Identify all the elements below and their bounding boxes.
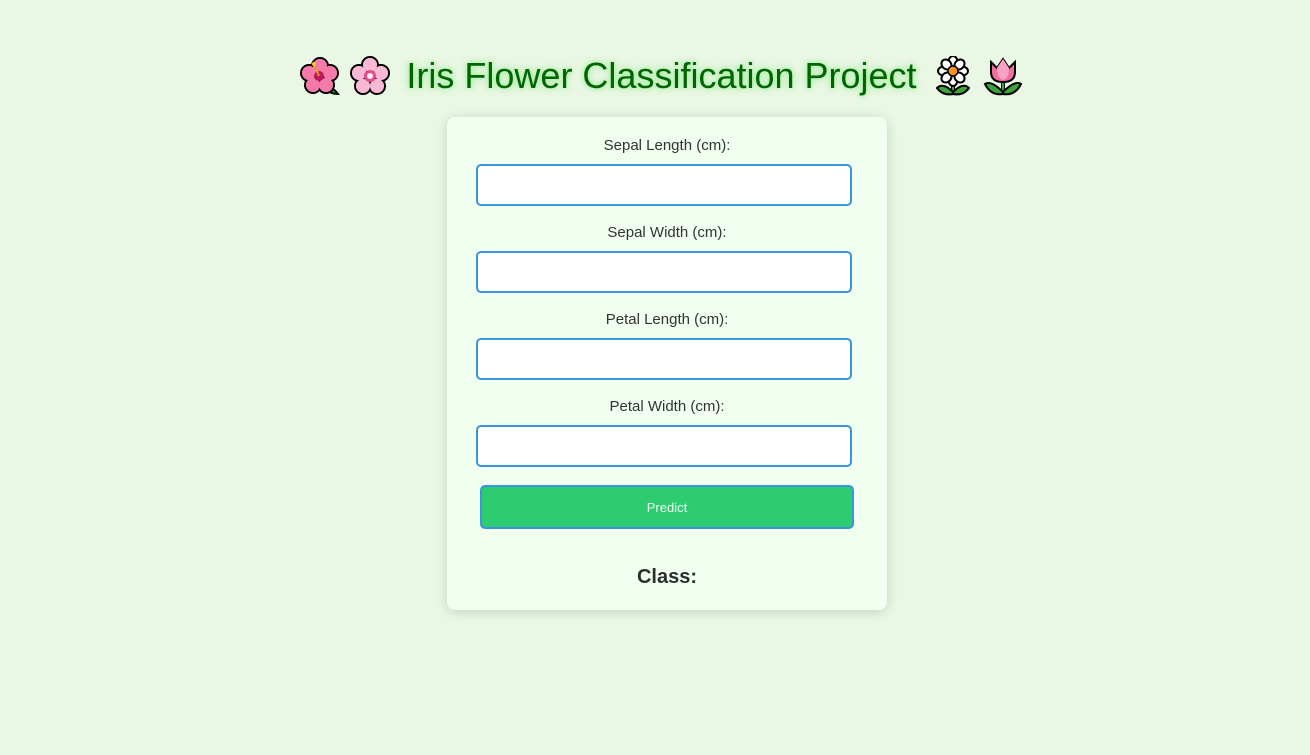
sepal-length-input[interactable]: [476, 164, 852, 206]
petal-width-input[interactable]: [476, 425, 852, 467]
petal-length-input[interactable]: [476, 338, 852, 380]
petal-width-label: Petal Width (cm):: [609, 398, 725, 415]
petal-length-label: Petal Length (cm):: [605, 311, 729, 328]
hibiscus-icon: [300, 56, 341, 96]
class-result-label: Class:: [636, 566, 698, 588]
blossom-icon: [933, 56, 973, 96]
tulip-icon: [983, 56, 1023, 96]
page-title: Iris Flower Classification Project: [406, 55, 917, 96]
page-header: Iris Flower Classification Project: [0, 50, 1310, 102]
prediction-form-card: Sepal Length (cm): Sepal Width (cm): Pet…: [447, 117, 887, 610]
cherry-blossom-icon: [350, 56, 391, 96]
sepal-width-input[interactable]: [476, 251, 852, 293]
title-row: Iris Flower Classification Project: [300, 55, 1022, 97]
sepal-width-label: Sepal Width (cm):: [607, 224, 727, 241]
predict-button[interactable]: Predict: [480, 485, 854, 529]
sepal-length-label: Sepal Length (cm):: [603, 137, 731, 154]
